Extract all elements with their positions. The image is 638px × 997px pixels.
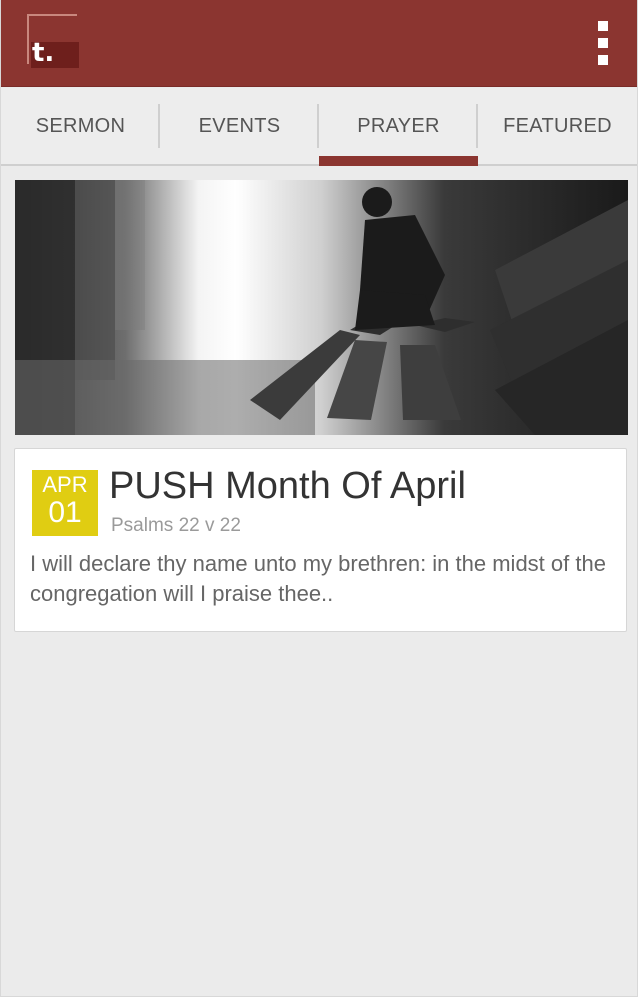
overflow-dot bbox=[598, 21, 608, 31]
date-month: APR bbox=[42, 472, 88, 497]
tab-events[interactable]: EVENTS bbox=[160, 88, 319, 164]
tab-label: SERMON bbox=[35, 114, 126, 137]
app-screen: t. SERMON EVENTS PRAYER FEATURED APR 01 … bbox=[0, 0, 638, 997]
post-excerpt: I will declare thy name unto my brethren… bbox=[30, 551, 606, 606]
post-reference: Psalms 22 v 22 bbox=[111, 515, 241, 536]
logo-frame-top bbox=[27, 14, 77, 16]
app-logo[interactable]: t. bbox=[27, 14, 79, 68]
date-badge: APR 01 bbox=[32, 470, 98, 536]
tab-prayer[interactable]: PRAYER bbox=[319, 88, 478, 166]
overflow-dot bbox=[598, 55, 608, 65]
hero-image[interactable] bbox=[15, 180, 628, 435]
date-day: 01 bbox=[48, 496, 82, 529]
tab-label: FEATURED bbox=[503, 114, 612, 137]
post-title: PUSH Month Of April bbox=[109, 465, 466, 507]
more-vert-icon[interactable] bbox=[589, 21, 617, 65]
active-tab-indicator bbox=[319, 156, 478, 166]
tab-label: PRAYER bbox=[357, 114, 440, 137]
logo-frame-left bbox=[27, 14, 29, 64]
hero-illustration bbox=[15, 180, 628, 435]
overflow-dot bbox=[598, 38, 608, 48]
logo-glyph: t. bbox=[32, 38, 55, 68]
post-card[interactable]: APR 01 PUSH Month Of April Psalms 22 v 2… bbox=[14, 448, 627, 632]
tab-featured[interactable]: FEATURED bbox=[478, 88, 637, 164]
tab-label: EVENTS bbox=[198, 114, 281, 137]
tab-sermon[interactable]: SERMON bbox=[1, 88, 160, 164]
tab-bar: SERMON EVENTS PRAYER FEATURED bbox=[1, 88, 637, 166]
action-bar: t. bbox=[1, 0, 637, 87]
